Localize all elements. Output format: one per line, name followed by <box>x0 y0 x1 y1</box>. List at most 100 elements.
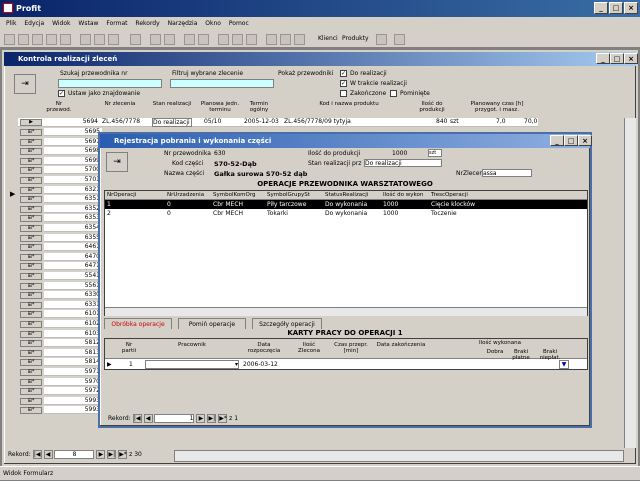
klienci-button[interactable]: Klienci <box>318 35 338 42</box>
undo-icon[interactable] <box>130 34 141 45</box>
table-row[interactable]: 6330 <box>44 291 102 300</box>
karty-dropdown-icon[interactable]: ▼ <box>559 360 569 369</box>
preview-icon[interactable] <box>46 34 57 45</box>
row-select-button[interactable]: ⊞* <box>20 177 42 184</box>
karty-row[interactable]: ▶ 1 ▾ 2006-03-12 ▼ <box>105 360 587 370</box>
save-icon[interactable] <box>18 34 29 45</box>
table-row[interactable]: 5561 <box>44 281 102 290</box>
table-row[interactable]: 5813 <box>44 348 102 357</box>
menu-rekordy[interactable]: Rekordy <box>135 20 159 27</box>
produkty-button[interactable]: Produkty <box>342 35 369 42</box>
nav-first-button[interactable]: |◀ <box>32 450 42 459</box>
nav-last-button[interactable]: ▶| <box>107 450 117 459</box>
opt-zakonczone-checkbox[interactable] <box>340 90 347 97</box>
row-select-button[interactable]: ⊞* <box>20 186 42 194</box>
table-row[interactable]: 6101 <box>44 310 102 319</box>
nav-prev-button[interactable]: ◀ <box>43 450 53 459</box>
table-row[interactable]: ▶ 5694 ZL.456/7778 Do realizacji 05/10 2… <box>18 118 538 127</box>
new-record-icon[interactable] <box>280 34 291 45</box>
copy-icon[interactable] <box>94 34 105 45</box>
help-icon[interactable] <box>394 34 405 45</box>
apply-filter-icon[interactable] <box>246 34 257 45</box>
ilosc-unit-select[interactable]: szt <box>428 149 442 157</box>
delete-record-icon[interactable] <box>294 34 305 45</box>
rej-nav-new-button[interactable]: ▶* <box>218 414 228 423</box>
menu-wstaw[interactable]: Wstaw <box>78 20 98 27</box>
hyperlink-icon[interactable] <box>150 34 161 45</box>
table-row[interactable]: 6331 <box>44 300 102 309</box>
maximize-button[interactable]: □ <box>609 2 623 14</box>
table-row[interactable]: 5699 <box>44 156 102 165</box>
karty-data[interactable]: 2006-03-12 <box>243 361 278 368</box>
table-row[interactable]: 5970 <box>44 377 102 386</box>
table-row[interactable]: 6470 <box>44 252 102 261</box>
tab-szczegoly[interactable]: Szczegóły operacji <box>252 318 322 329</box>
row-select-button[interactable]: ⊞* <box>20 234 42 242</box>
opt-pominiete-checkbox[interactable] <box>390 90 397 97</box>
row-select-button[interactable]: ⊞* <box>20 282 42 290</box>
kontrola-maximize-button[interactable]: □ <box>610 53 624 64</box>
row-select-button[interactable]: ⊞* <box>20 273 42 280</box>
table-row[interactable]: 5697 <box>44 137 102 146</box>
view-icon[interactable] <box>4 34 15 45</box>
row-select-button[interactable]: ⊞* <box>20 244 42 252</box>
table-row[interactable]: 5993 <box>44 396 102 405</box>
nav-current-field[interactable]: 8 <box>54 450 95 459</box>
row-select-button[interactable]: ⊞* <box>20 263 42 271</box>
menu-edycja[interactable]: Edycja <box>24 20 44 27</box>
menu-okno[interactable]: Okno <box>205 20 221 27</box>
exit-door-icon[interactable]: ⇥ <box>14 74 36 94</box>
kontrola-vscroll[interactable] <box>624 118 636 448</box>
table-row[interactable]: 6102 <box>44 320 102 328</box>
row-select-button[interactable]: ⊞* <box>20 253 42 261</box>
table-row[interactable]: 6354 <box>44 224 102 232</box>
rejestracja-close-button[interactable]: × <box>578 135 592 146</box>
szukaj-input[interactable] <box>58 79 162 88</box>
table-row[interactable]: 5700 <box>44 166 102 175</box>
row-select-button[interactable]: ⊞* <box>20 215 42 223</box>
operacje-hscroll[interactable] <box>105 307 587 316</box>
table-row[interactable]: 5812 <box>44 339 102 348</box>
nav-new-button[interactable]: ▶* <box>118 450 128 459</box>
rej-nav-prev-button[interactable]: ◀ <box>143 414 153 423</box>
paste-icon[interactable] <box>108 34 119 45</box>
menu-pomoc[interactable]: Pomoc <box>229 20 249 27</box>
kontrola-minimize-button[interactable]: _ <box>596 53 610 64</box>
cell-stan[interactable]: Do realizacji <box>152 118 192 127</box>
table-row[interactable]: 6103 <box>44 329 102 338</box>
table-row[interactable]: 5701 <box>44 176 102 184</box>
row-select-button[interactable]: ⊞* <box>20 311 42 319</box>
row-select-button[interactable]: ⊞* <box>20 378 42 386</box>
table-row[interactable]: 6355 <box>44 233 102 242</box>
sort-desc-icon[interactable] <box>198 34 209 45</box>
row-select-button[interactable]: ▶ <box>20 119 42 126</box>
row-select-button[interactable]: ⊞* <box>20 167 42 175</box>
menu-widok[interactable]: Widok <box>52 20 70 27</box>
menu-narzedzia[interactable]: Narzędzia <box>168 20 198 27</box>
row-select-button[interactable]: ⊞* <box>20 330 42 338</box>
rej-nav-current-field[interactable]: 1 <box>154 414 195 423</box>
opt-w-trakcie-checkbox[interactable]: ✓ <box>340 80 347 87</box>
cut-icon[interactable] <box>80 34 91 45</box>
tab-obrobka[interactable]: Obróbka operacje <box>104 318 172 329</box>
filter-selection-icon[interactable] <box>218 34 229 45</box>
print-icon[interactable] <box>32 34 43 45</box>
nav-next-button[interactable]: ▶ <box>96 450 106 459</box>
table-row[interactable]: 6352 <box>44 204 102 213</box>
row-select-button[interactable]: ⊞* <box>20 196 42 204</box>
table-row[interactable]: 5698 <box>44 147 102 156</box>
kontrola-close-button[interactable]: × <box>624 53 638 64</box>
stan-select[interactable]: Do realizacji <box>364 159 442 167</box>
table-row[interactable]: 5541 <box>44 272 102 280</box>
row-select-button[interactable]: ⊞* <box>20 138 42 146</box>
rejestracja-exit-icon[interactable]: ⇥ <box>106 152 128 172</box>
row-select-button[interactable]: ⊞* <box>20 397 42 405</box>
kontrola-hscroll[interactable] <box>174 450 624 462</box>
rej-nav-next-button[interactable]: ▶ <box>196 414 206 423</box>
rej-nav-last-button[interactable]: ▶| <box>207 414 217 423</box>
rej-nav-first-button[interactable]: |◀ <box>132 414 142 423</box>
op-row[interactable]: 1 0 Cbr MECH Piły tarczowe Do wykonania 1000 C… <box>105 200 587 209</box>
table-row[interactable]: 6471 <box>44 262 102 271</box>
row-select-button[interactable]: ⊞* <box>20 321 42 328</box>
row-select-button[interactable]: ⊞* <box>20 359 42 367</box>
